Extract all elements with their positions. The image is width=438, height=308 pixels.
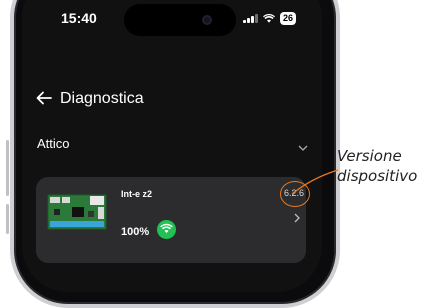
version-callout-label: Versione dispositivo bbox=[337, 146, 438, 186]
callout-line-2: dispositivo bbox=[337, 167, 418, 185]
callout-connector-line bbox=[291, 169, 339, 195]
callout-line-1: Versione bbox=[337, 147, 402, 165]
